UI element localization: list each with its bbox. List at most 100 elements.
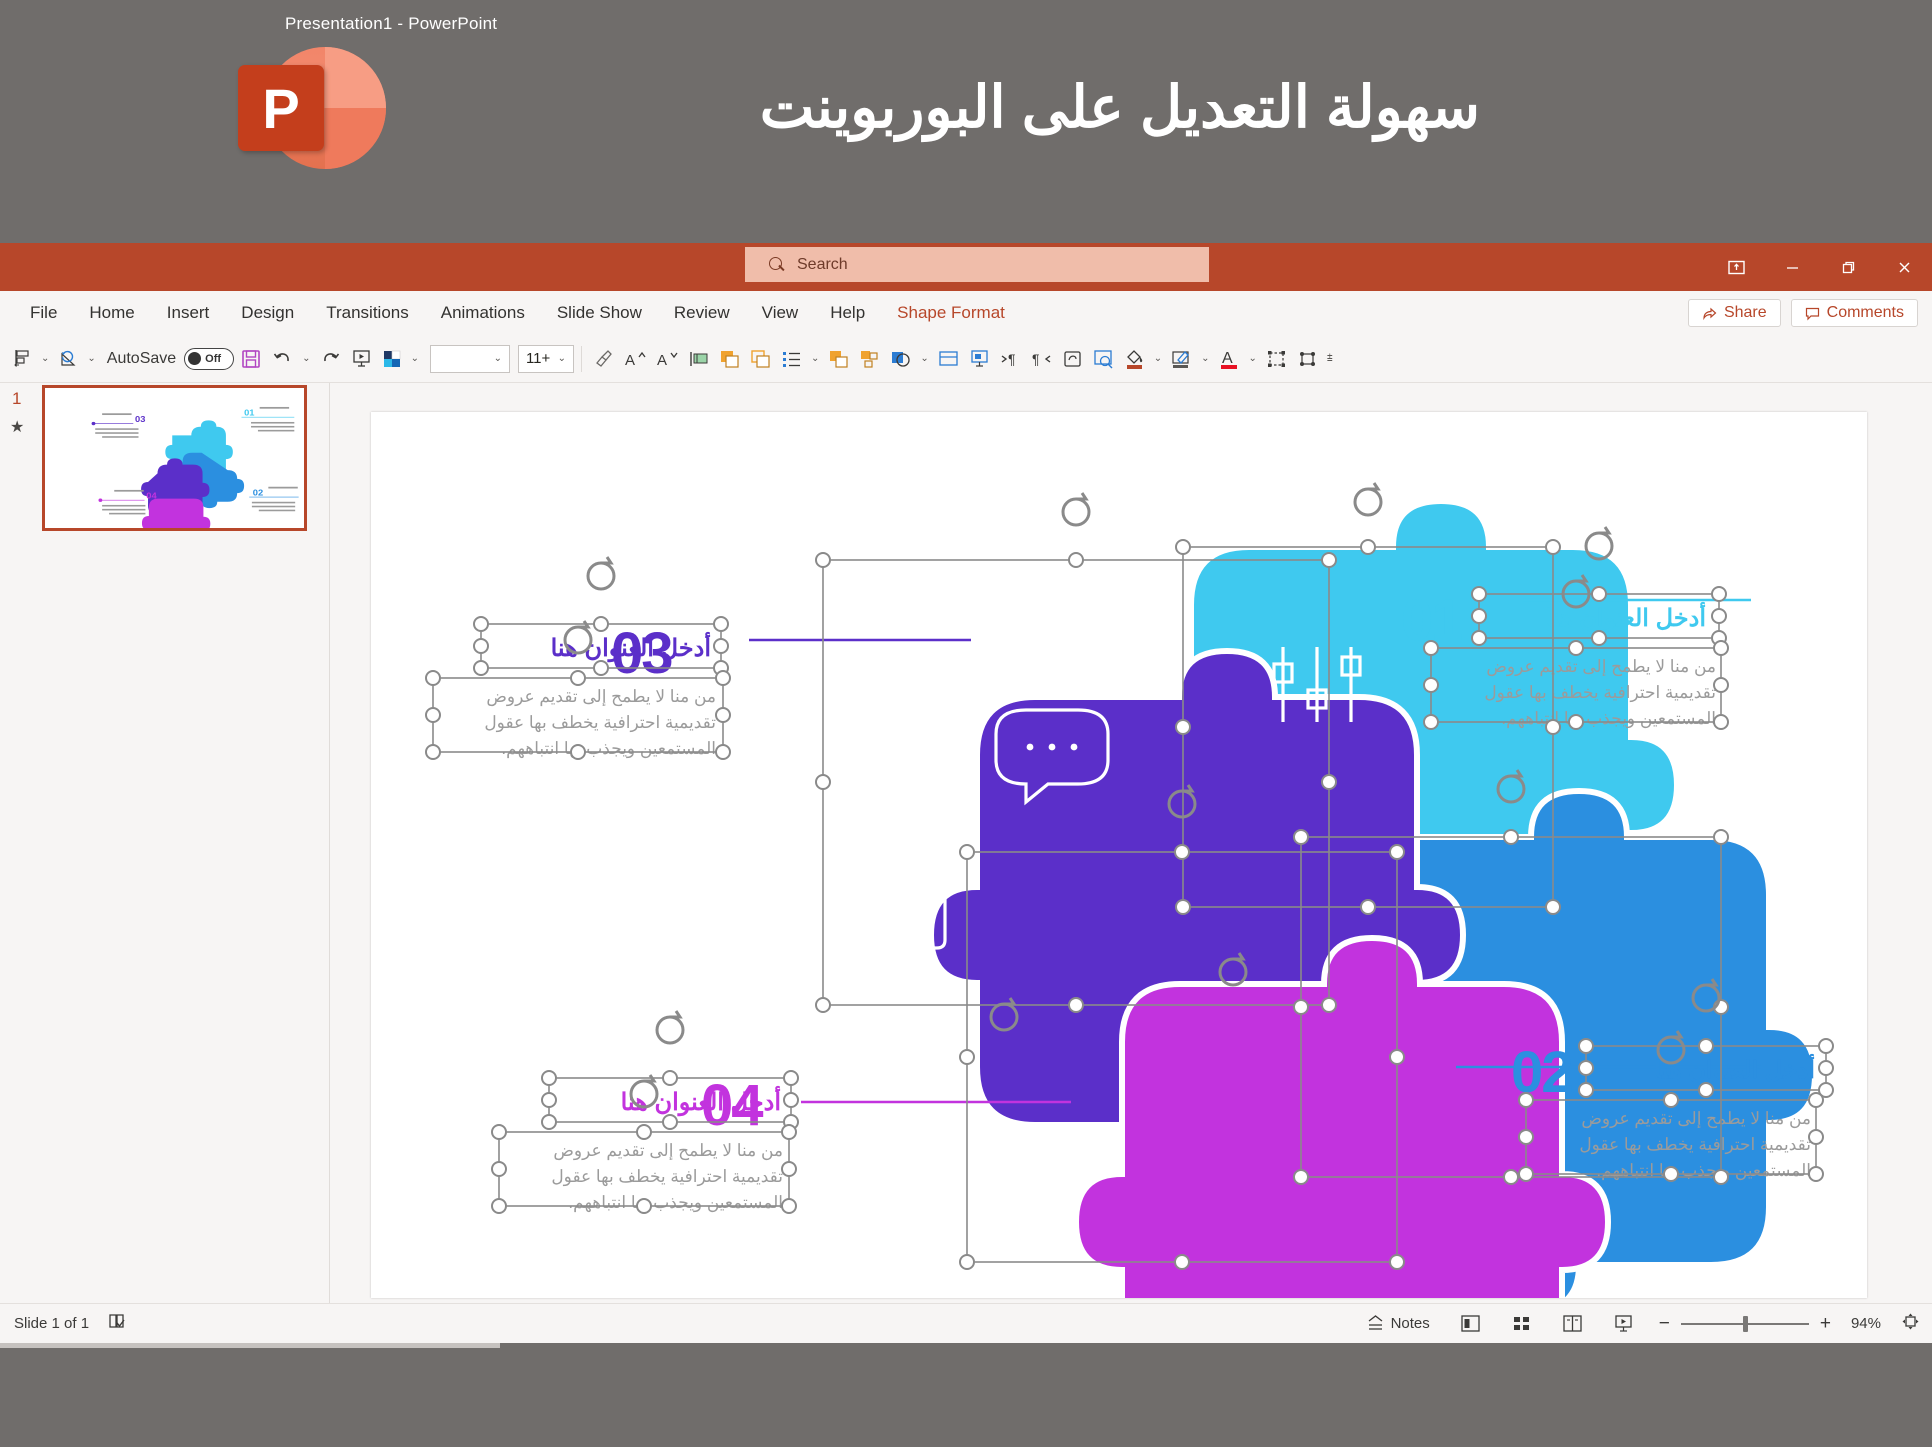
shape-fill-icon[interactable] [1120, 341, 1149, 377]
ribbon-display-options-icon[interactable] [1708, 243, 1764, 291]
restore-icon[interactable] [1820, 243, 1876, 291]
bring-forward-icon[interactable] [715, 341, 744, 377]
ribbon-right-actions: Share Comments [1687, 291, 1918, 335]
minimize-icon[interactable] [1764, 243, 1820, 291]
save-icon[interactable] [236, 341, 266, 377]
font-name-dropdown-icon[interactable]: ⌄ [491, 353, 505, 364]
status-left: Slide 1 of 1 [0, 1312, 126, 1335]
shape-outline-dropdown-icon[interactable]: ⌄ [1198, 353, 1212, 364]
increase-indent-icon[interactable]: ¶ [996, 341, 1025, 377]
zoom-slider[interactable]: − + [1659, 1313, 1831, 1335]
section-02-body[interactable]: من منا لا يطمح إلى تقديم عروض تقديمية اح… [1539, 1106, 1811, 1184]
increase-font-size-icon[interactable]: A [620, 341, 650, 377]
search-icon [769, 256, 785, 273]
section-02-title[interactable]: أدخل العنوان هنا [1593, 1056, 1815, 1085]
horizontal-scrollbar[interactable] [0, 1343, 1932, 1351]
scrollbar-thumb[interactable] [0, 1343, 500, 1348]
zoom-level[interactable]: 94% [1851, 1315, 1881, 1332]
reset-shape-icon[interactable] [1058, 341, 1087, 377]
toolbar-overflow-icon[interactable]: ⩲ [1324, 353, 1336, 364]
thumbnail-number: 1 [12, 389, 22, 408]
menu-item-file[interactable]: File [14, 298, 73, 328]
accessibility-checker-icon[interactable] [107, 1312, 126, 1335]
menu-item-view[interactable]: View [746, 298, 815, 328]
font-size-input[interactable]: 11+ ⌄ [517, 344, 574, 373]
bullet-list-icon[interactable] [777, 341, 806, 377]
align-dropdown-icon[interactable]: ⌄ [38, 353, 52, 364]
zoom-in-button[interactable]: + [1820, 1313, 1831, 1335]
merge-dropdown-icon[interactable]: ⌄ [917, 353, 931, 364]
undo-dropdown-icon[interactable]: ⌄ [299, 353, 313, 364]
rotate-dropdown-icon[interactable]: ⌄ [84, 353, 98, 364]
reading-view-icon[interactable] [1557, 1312, 1588, 1335]
comments-button[interactable]: Comments [1790, 299, 1918, 327]
theme-colors-icon[interactable] [378, 341, 406, 377]
section-04-title[interactable]: أدخل العنوان هنا [556, 1088, 781, 1117]
notes-label: Notes [1390, 1315, 1430, 1332]
fit-slide-icon[interactable] [1901, 1312, 1920, 1335]
zoom-track[interactable] [1680, 1315, 1809, 1332]
shape-outline-pen-icon[interactable] [1167, 341, 1196, 377]
zoom-knob[interactable] [1742, 1315, 1748, 1332]
decrease-indent-icon[interactable]: ¶ [1027, 341, 1056, 377]
section-01-title[interactable]: أدخل العنوان هنا [1486, 604, 1706, 633]
thumbnail-graphic: 01 03 02 04 [45, 388, 304, 528]
insert-placeholder-icon[interactable] [965, 341, 994, 377]
undo-icon[interactable] [268, 341, 297, 377]
autosave-toggle[interactable]: Off [184, 347, 235, 370]
slideshow-icon[interactable] [1608, 1312, 1639, 1335]
text-direction-icon[interactable] [684, 341, 713, 377]
banner-title: سهولة التعديل على البوربوينت [759, 75, 1480, 140]
section-04-body[interactable]: من منا لا يطمح إلى تقديم عروض تقديمية اح… [511, 1138, 783, 1216]
theme-dropdown-icon[interactable]: ⌄ [408, 353, 422, 364]
share-button[interactable]: Share [1687, 299, 1781, 327]
arrange-objects-icon[interactable] [1293, 341, 1322, 377]
section-02-number[interactable]: 02 [1511, 1039, 1573, 1106]
shape-fill-dropdown-icon[interactable]: ⌄ [1151, 353, 1165, 364]
menu-item-home[interactable]: Home [73, 298, 150, 328]
svg-text:A: A [625, 352, 635, 369]
menu-item-review[interactable]: Review [658, 298, 746, 328]
menu-item-shape-format[interactable]: Shape Format [881, 298, 1021, 328]
normal-view-icon[interactable] [1455, 1312, 1486, 1335]
zoom-out-button[interactable]: − [1659, 1313, 1670, 1335]
start-slideshow-icon[interactable] [347, 341, 376, 377]
section-03-body[interactable]: من منا لا يطمح إلى تقديم عروض تقديمية اح… [446, 684, 716, 762]
merge-shapes-icon[interactable] [886, 341, 915, 377]
send-backward-icon[interactable] [746, 341, 775, 377]
decrease-font-size-icon[interactable]: A [652, 341, 682, 377]
format-painter-icon[interactable] [589, 341, 618, 377]
menu-item-design[interactable]: Design [225, 298, 310, 328]
font-size-dropdown-icon[interactable]: ⌄ [555, 353, 569, 364]
status-bar: Slide 1 of 1 Notes − + 94% [0, 1303, 1932, 1343]
toolbar-separator [580, 345, 582, 372]
rotate-objects-icon[interactable] [54, 341, 82, 377]
font-color-icon[interactable]: A [1215, 341, 1244, 377]
menu-item-help[interactable]: Help [814, 298, 881, 328]
redo-icon[interactable] [316, 341, 345, 377]
section-01-body[interactable]: من منا لا يطمح إلى تقديم عروض تقديمية اح… [1446, 654, 1716, 732]
size-position-icon[interactable] [1262, 341, 1291, 377]
search-input[interactable]: Search [745, 247, 1209, 282]
section-01-number[interactable]: 01 [1401, 587, 1463, 654]
font-name-input[interactable]: ⌄ [429, 344, 510, 373]
slide-canvas[interactable]: 01 أدخل العنوان هنا من منا لا يطمح إلى ت… [371, 412, 1867, 1298]
close-icon[interactable] [1876, 243, 1932, 291]
slide-sorter-icon[interactable] [1506, 1312, 1537, 1335]
bullet-dropdown-icon[interactable]: ⌄ [808, 353, 822, 364]
menu-item-animations[interactable]: Animations [425, 298, 541, 328]
align-objects-icon[interactable] [8, 341, 36, 377]
notes-button[interactable]: Notes [1361, 1312, 1435, 1335]
menu-item-insert[interactable]: Insert [151, 298, 226, 328]
preview-shape-icon[interactable] [1089, 341, 1118, 377]
font-color-dropdown-icon[interactable]: ⌄ [1246, 353, 1260, 364]
menu-item-transitions[interactable]: Transitions [310, 298, 425, 328]
search-placeholder: Search [797, 255, 848, 273]
selection-pane-icon[interactable] [855, 341, 884, 377]
insert-textbox-icon[interactable] [934, 341, 963, 377]
group-objects-icon[interactable] [824, 341, 853, 377]
section-03-title[interactable]: أدخل العنوان هنا [491, 634, 711, 663]
status-right: Notes − + 94% [1361, 1312, 1920, 1335]
slide-thumbnail-1[interactable]: 01 03 02 04 [42, 385, 307, 531]
menu-item-slide-show[interactable]: Slide Show [541, 298, 658, 328]
